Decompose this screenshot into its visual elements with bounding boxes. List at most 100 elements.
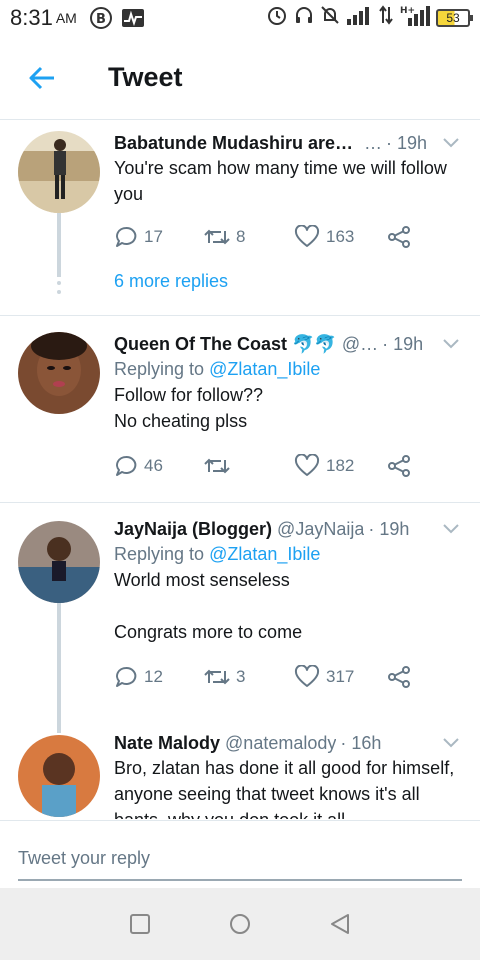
handle: @natemalody: [225, 733, 337, 753]
reply-button[interactable]: 12: [114, 665, 204, 689]
display-name[interactable]: Nate Malody: [114, 731, 220, 755]
retweet-button[interactable]: 3: [204, 665, 294, 689]
display-name[interactable]: Babatunde Mudashiru aremu: [114, 131, 359, 155]
retweet-count: 3: [236, 667, 246, 686]
retweet-icon: [204, 458, 230, 474]
reply-count: 17: [144, 227, 163, 246]
reply-icon: [116, 226, 137, 247]
retweet-button[interactable]: [204, 454, 294, 478]
back-nav-button[interactable]: [318, 902, 362, 946]
signal-icon: [346, 5, 372, 31]
replying-to-label: Replying to: [114, 359, 210, 379]
retweet-icon: [204, 229, 230, 245]
reply-count: 12: [144, 667, 163, 686]
tweet-header: Nate Malody @natemalody · 16h: [114, 731, 462, 755]
handle: …: [364, 133, 382, 153]
reply-input[interactable]: [18, 843, 462, 881]
share-button[interactable]: [386, 665, 412, 689]
signal-h-plus-icon: H+: [400, 4, 430, 32]
heart-icon: [294, 454, 320, 476]
status-bar: 8:31 AM B H+ 53: [0, 0, 480, 36]
tweet-item[interactable]: Queen Of The Coast 🐬🐬 @… · 19h Replying …: [0, 316, 480, 502]
avatar[interactable]: [18, 131, 100, 213]
like-count: 182: [326, 456, 355, 475]
like-count: 163: [326, 227, 355, 246]
mute-icon: [320, 5, 340, 31]
svg-text:B: B: [96, 12, 106, 27]
back-arrow-icon: [29, 66, 54, 89]
tweet-actions: 17 8 163: [114, 221, 462, 253]
tweet-text: Bro, zlatan has done it all good for him…: [114, 758, 455, 819]
handle: @JayNaija: [277, 519, 365, 539]
tweet-item[interactable]: Babatunde Mudashiru aremu … · 19h You're…: [0, 121, 480, 277]
status-ampm: AM: [55, 10, 77, 26]
activity-icon: [121, 8, 145, 28]
app-header: Tweet: [0, 36, 480, 120]
more-replies-row: 6 more replies: [0, 265, 480, 317]
replying-to-label: Replying to: [114, 544, 210, 564]
tweet-item[interactable]: Nate Malody @natemalody · 16h Bro, zlata…: [0, 729, 480, 819]
share-icon: [388, 455, 410, 477]
heart-icon: [294, 225, 320, 247]
reply-button[interactable]: 17: [114, 225, 204, 249]
tweet-text: World most senseless Congrats more to co…: [114, 570, 303, 642]
like-button[interactable]: 182: [294, 454, 386, 478]
chevron-down-icon[interactable]: [440, 132, 462, 154]
home-button[interactable]: [218, 902, 262, 946]
avatar[interactable]: [18, 735, 100, 817]
share-icon: [388, 226, 410, 248]
tweet-text: Follow for follow?? No cheating plss: [114, 385, 264, 431]
tweet-item[interactable]: JayNaija (Blogger) @JayNaija · 19h Reply…: [0, 503, 480, 733]
reply-count: 46: [144, 456, 163, 475]
reply-button[interactable]: 46: [114, 454, 204, 478]
heart-icon: [294, 665, 320, 687]
circle-icon: [230, 914, 250, 934]
recents-button[interactable]: [118, 902, 162, 946]
mention-link[interactable]: @Zlatan_Ibile: [209, 359, 320, 379]
battery-indicator: 53: [436, 9, 473, 27]
android-nav-bar: [0, 888, 480, 960]
like-button[interactable]: 163: [294, 225, 386, 249]
display-name[interactable]: Queen Of The Coast 🐬🐬: [114, 332, 337, 356]
display-name[interactable]: JayNaija (Blogger): [114, 517, 272, 541]
triangle-back-icon: [331, 914, 349, 934]
tweet-actions: 46 182: [114, 450, 462, 482]
tweet-header: JayNaija (Blogger) @JayNaija · 19h: [114, 517, 462, 541]
timestamp: · 16h: [340, 733, 382, 753]
reply-icon: [116, 455, 137, 476]
replying-to: Replying to @Zlatan_Ibile: [114, 541, 462, 567]
avatar[interactable]: [18, 521, 100, 603]
status-time: 8:31: [10, 5, 53, 30]
share-button[interactable]: [386, 454, 412, 478]
handle: @…: [341, 334, 379, 354]
like-count: 317: [326, 667, 355, 686]
like-button[interactable]: 317: [294, 665, 386, 689]
reply-bar: [0, 820, 480, 888]
tweet-header: Queen Of The Coast 🐬🐬 @… · 19h: [114, 332, 462, 356]
timestamp: · 19h: [368, 519, 410, 539]
chevron-down-icon[interactable]: [440, 333, 462, 355]
headphones-icon: [294, 5, 314, 31]
share-icon: [388, 666, 410, 688]
timestamp: · 19h: [386, 133, 428, 153]
back-button[interactable]: [0, 36, 84, 120]
retweet-count: 8: [236, 227, 246, 246]
mention-link[interactable]: @Zlatan_Ibile: [209, 544, 320, 564]
reply-icon: [116, 666, 137, 687]
retweet-icon: [204, 669, 230, 685]
replies-feed[interactable]: Babatunde Mudashiru aremu … · 19h You're…: [0, 121, 480, 819]
share-button[interactable]: [386, 225, 412, 249]
square-icon: [130, 914, 150, 934]
svg-text:H+: H+: [400, 6, 415, 16]
avatar[interactable]: [18, 332, 100, 414]
thread-dots: [57, 272, 61, 294]
chevron-down-icon[interactable]: [440, 732, 462, 754]
timestamp: · 19h: [382, 334, 424, 354]
retweet-button[interactable]: 8: [204, 225, 294, 249]
thread-line: [57, 603, 61, 733]
replying-to: Replying to @Zlatan_Ibile: [114, 356, 462, 382]
chevron-down-icon[interactable]: [440, 518, 462, 540]
tweet-actions: 12 3 317: [114, 661, 462, 693]
b-icon: B: [89, 6, 113, 30]
more-replies-link[interactable]: 6 more replies: [0, 265, 480, 292]
